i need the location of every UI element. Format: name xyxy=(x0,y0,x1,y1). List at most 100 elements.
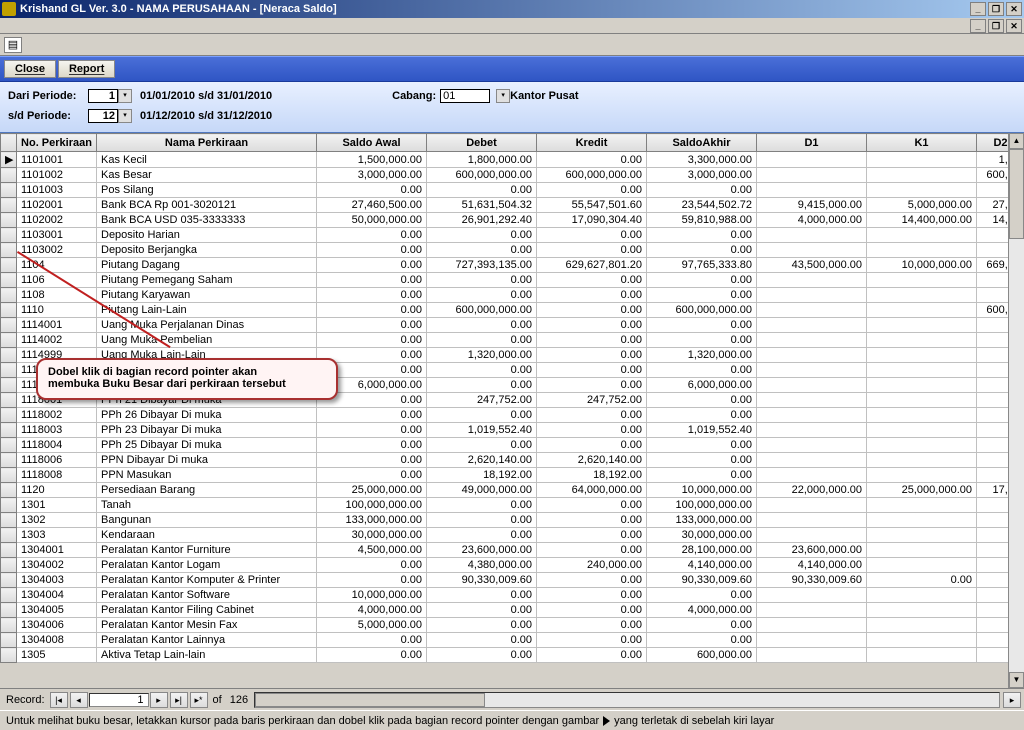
cell-d1[interactable] xyxy=(757,228,867,243)
cell-d1[interactable] xyxy=(757,603,867,618)
cell-k1[interactable] xyxy=(867,408,977,423)
cell-no[interactable]: 1101003 xyxy=(17,183,97,198)
cell-d1[interactable] xyxy=(757,288,867,303)
cell-sak[interactable]: 1,320,000.00 xyxy=(647,348,757,363)
cell-k1[interactable]: 14,400,000.00 xyxy=(867,213,977,228)
col-nama-perkiraan[interactable]: Nama Perkiraan xyxy=(97,134,317,152)
cell-no[interactable]: 1118002 xyxy=(17,408,97,423)
row-selector[interactable] xyxy=(1,393,17,408)
cell-k[interactable]: 629,627,801.20 xyxy=(537,258,647,273)
cell-d1[interactable] xyxy=(757,303,867,318)
scroll-track[interactable] xyxy=(1009,149,1024,672)
cell-d[interactable]: 51,631,504.32 xyxy=(427,198,537,213)
cell-sak[interactable]: 0.00 xyxy=(647,588,757,603)
cell-sa[interactable]: 0.00 xyxy=(317,453,427,468)
cell-nama[interactable]: Peralatan Kantor Software xyxy=(97,588,317,603)
close-button[interactable]: Close xyxy=(4,60,56,78)
row-selector[interactable] xyxy=(1,213,17,228)
cell-k[interactable]: 0.00 xyxy=(537,603,647,618)
cell-no[interactable]: 1302 xyxy=(17,513,97,528)
hscroll-right-button[interactable]: ▸ xyxy=(1003,692,1021,708)
cell-sak[interactable]: 0.00 xyxy=(647,273,757,288)
cell-k[interactable]: 2,620,140.00 xyxy=(537,453,647,468)
cell-sak[interactable]: 3,300,000.00 xyxy=(647,152,757,168)
cell-nama[interactable]: PPh 25 Dibayar Di muka xyxy=(97,438,317,453)
cell-k1[interactable]: 5,000,000.00 xyxy=(867,198,977,213)
cell-k1[interactable] xyxy=(867,348,977,363)
cell-k[interactable]: 0.00 xyxy=(537,183,647,198)
cell-sak[interactable]: 4,000,000.00 xyxy=(647,603,757,618)
row-selector[interactable] xyxy=(1,228,17,243)
cell-k1[interactable] xyxy=(867,528,977,543)
cell-k[interactable]: 0.00 xyxy=(537,333,647,348)
cell-d[interactable]: 0.00 xyxy=(427,513,537,528)
cell-k[interactable]: 0.00 xyxy=(537,633,647,648)
col-kredit[interactable]: Kredit xyxy=(537,134,647,152)
cell-k[interactable]: 0.00 xyxy=(537,513,647,528)
row-selector[interactable] xyxy=(1,303,17,318)
row-selector[interactable]: ▶ xyxy=(1,152,17,168)
cell-k[interactable]: 0.00 xyxy=(537,228,647,243)
cell-no[interactable]: 1118003 xyxy=(17,423,97,438)
cell-d1[interactable] xyxy=(757,318,867,333)
cell-d1[interactable]: 23,600,000.00 xyxy=(757,543,867,558)
cell-d[interactable]: 2,620,140.00 xyxy=(427,453,537,468)
cell-k[interactable]: 240,000.00 xyxy=(537,558,647,573)
cell-d[interactable]: 1,019,552.40 xyxy=(427,423,537,438)
table-row[interactable]: 1304001Peralatan Kantor Furniture4,500,0… xyxy=(1,543,1024,558)
cell-nama[interactable]: Kas Besar xyxy=(97,168,317,183)
row-selector[interactable] xyxy=(1,633,17,648)
cell-d1[interactable] xyxy=(757,423,867,438)
cell-k1[interactable] xyxy=(867,438,977,453)
cell-sak[interactable]: 0.00 xyxy=(647,243,757,258)
hscroll-thumb[interactable] xyxy=(255,693,485,707)
cell-sak[interactable]: 0.00 xyxy=(647,363,757,378)
cell-sak[interactable]: 23,544,502.72 xyxy=(647,198,757,213)
col-d1[interactable]: D1 xyxy=(757,134,867,152)
col-saldo-akhir[interactable]: SaldoAkhir xyxy=(647,134,757,152)
cell-d[interactable]: 0.00 xyxy=(427,528,537,543)
row-selector[interactable] xyxy=(1,408,17,423)
cell-sak[interactable]: 0.00 xyxy=(647,393,757,408)
cell-sak[interactable]: 0.00 xyxy=(647,183,757,198)
table-row[interactable]: 1114002Uang Muka Pembelian0.000.000.000.… xyxy=(1,333,1024,348)
cell-d1[interactable]: 90,330,009.60 xyxy=(757,573,867,588)
cell-nama[interactable]: Uang Muka Pembelian xyxy=(97,333,317,348)
row-selector[interactable] xyxy=(1,498,17,513)
cell-d1[interactable] xyxy=(757,152,867,168)
cell-d[interactable]: 0.00 xyxy=(427,603,537,618)
cell-d[interactable]: 0.00 xyxy=(427,288,537,303)
cell-d[interactable]: 0.00 xyxy=(427,243,537,258)
cell-nama[interactable]: Peralatan Kantor Furniture xyxy=(97,543,317,558)
row-selector[interactable] xyxy=(1,378,17,393)
col-k1[interactable]: K1 xyxy=(867,134,977,152)
cell-d1[interactable] xyxy=(757,393,867,408)
table-row[interactable]: 1304005Peralatan Kantor Filing Cabinet4,… xyxy=(1,603,1024,618)
cell-nama[interactable]: Kas Kecil xyxy=(97,152,317,168)
row-selector[interactable] xyxy=(1,648,17,663)
cell-d[interactable]: 0.00 xyxy=(427,378,537,393)
record-position-input[interactable] xyxy=(89,693,149,707)
cell-d1[interactable] xyxy=(757,648,867,663)
row-selector[interactable] xyxy=(1,513,17,528)
cell-sa[interactable]: 0.00 xyxy=(317,318,427,333)
cell-k[interactable]: 64,000,000.00 xyxy=(537,483,647,498)
cell-nama[interactable]: PPh 26 Dibayar Di muka xyxy=(97,408,317,423)
cell-nama[interactable]: Tanah xyxy=(97,498,317,513)
cell-k[interactable]: 55,547,501.60 xyxy=(537,198,647,213)
cell-k[interactable]: 0.00 xyxy=(537,348,647,363)
cell-d1[interactable] xyxy=(757,498,867,513)
cell-nama[interactable]: Bank BCA Rp 001-3020121 xyxy=(97,198,317,213)
sd-spin-button[interactable]: ▾ xyxy=(118,109,132,123)
cell-sak[interactable]: 0.00 xyxy=(647,633,757,648)
cell-sa[interactable]: 25,000,000.00 xyxy=(317,483,427,498)
table-row[interactable]: 1118003PPh 23 Dibayar Di muka0.001,019,5… xyxy=(1,423,1024,438)
cell-k1[interactable] xyxy=(867,618,977,633)
cell-k[interactable]: 0.00 xyxy=(537,288,647,303)
row-selector[interactable] xyxy=(1,318,17,333)
cell-k[interactable]: 18,192.00 xyxy=(537,468,647,483)
cell-d1[interactable] xyxy=(757,273,867,288)
row-selector[interactable] xyxy=(1,423,17,438)
cell-k[interactable]: 0.00 xyxy=(537,648,647,663)
row-selector[interactable] xyxy=(1,333,17,348)
